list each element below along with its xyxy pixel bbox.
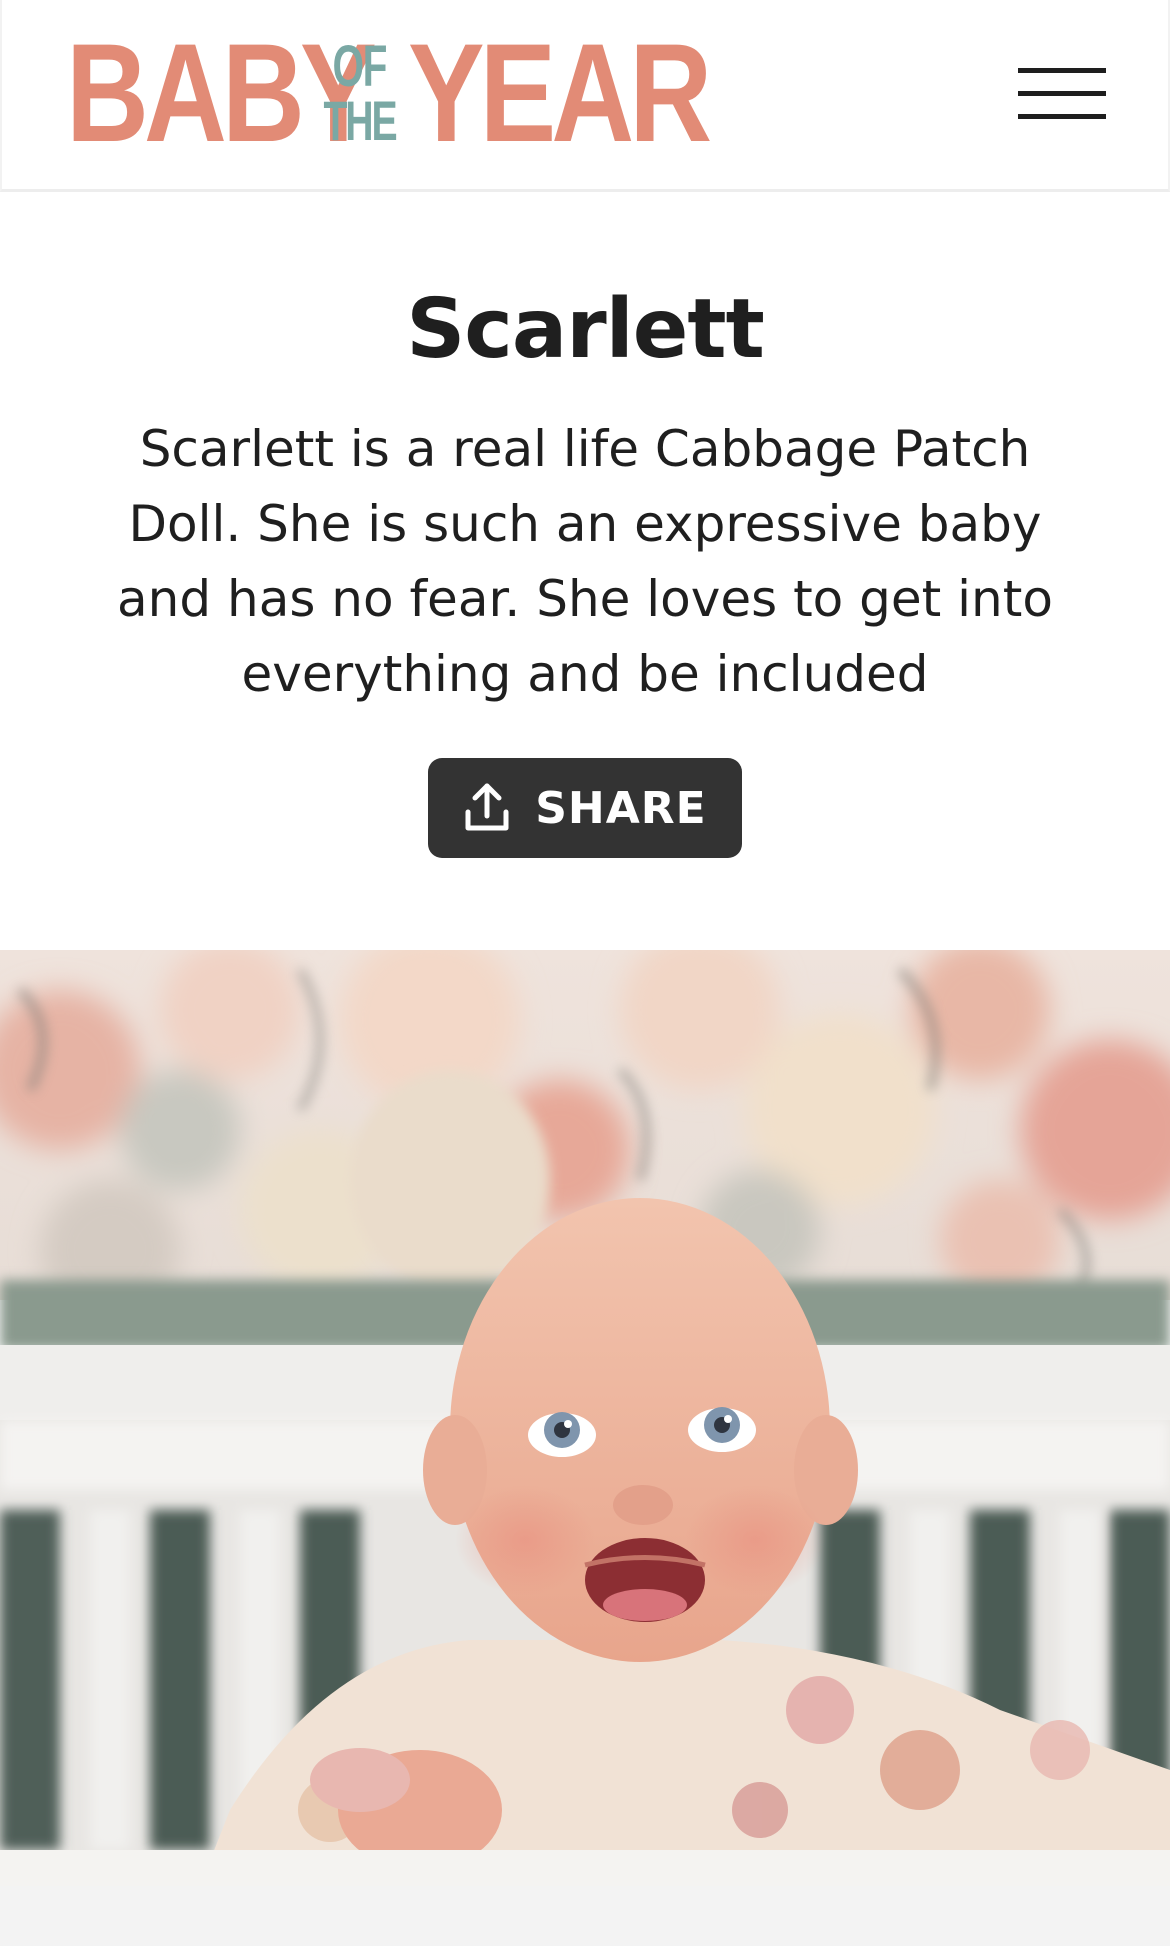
share-button-label: SHARE	[535, 782, 707, 834]
logo-word-year: YEAR	[408, 14, 712, 171]
baby-photo	[0, 950, 1170, 1886]
site-header: BABY OF THE YEAR	[0, 0, 1170, 192]
share-button[interactable]: SHARE	[428, 758, 742, 858]
logo-word-the: THE	[322, 88, 397, 152]
baby-name-title: Scarlett	[406, 282, 765, 377]
baby-of-the-year-logo[interactable]: BABY OF THE YEAR	[66, 23, 773, 163]
logo-word-baby: BABY	[66, 14, 377, 171]
baby-description: Scarlett is a real life Cabbage Patch Do…	[117, 420, 1053, 703]
hamburger-menu-button[interactable]	[1014, 62, 1108, 128]
share-upload-icon	[465, 783, 509, 831]
footer-strip	[0, 1886, 1170, 1946]
logo-word-of: OF	[332, 33, 387, 99]
